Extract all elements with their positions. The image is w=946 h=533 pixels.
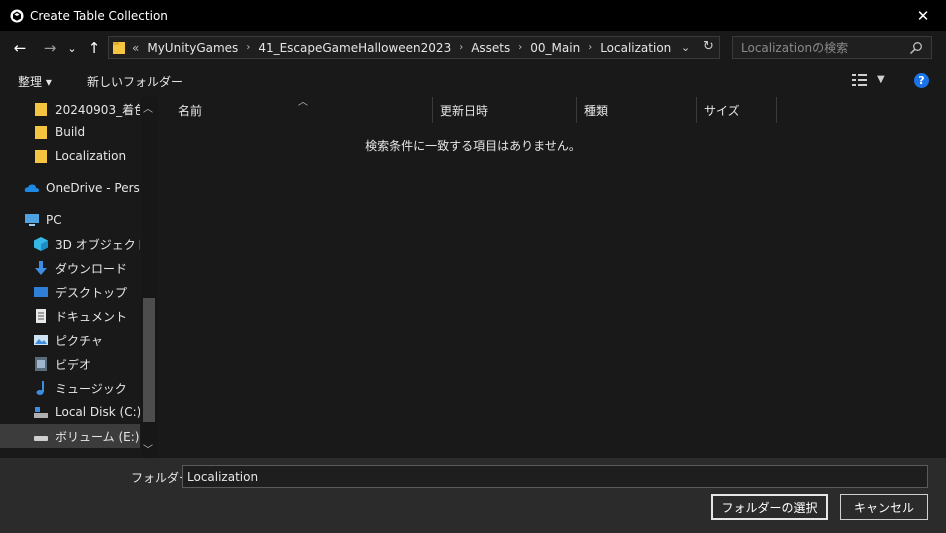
close-icon: ✕ (916, 6, 930, 25)
cube-icon (34, 237, 48, 251)
breadcrumb-assets[interactable]: Assets (471, 41, 510, 55)
desktop-icon (34, 287, 48, 297)
drive-icon (34, 436, 48, 441)
sidebar-item-pc[interactable]: PC (0, 208, 140, 232)
column-header-size[interactable]: サイズ (697, 97, 777, 123)
up-arrow-icon: ↑ (87, 39, 101, 57)
download-icon (35, 261, 47, 275)
disk-icon (34, 407, 48, 418)
view-options-icon[interactable] (852, 73, 868, 87)
forward-button[interactable]: → (38, 36, 62, 60)
recent-locations-button[interactable]: ⌄ (64, 36, 80, 60)
cloud-icon (24, 184, 39, 192)
command-bar: 整理 ▾ 新しいフォルダー (0, 64, 946, 97)
title-bar: Create Table Collection ✕ (0, 0, 946, 31)
folder-name-input[interactable] (182, 465, 928, 488)
pc-icon (25, 214, 39, 226)
breadcrumb-localization[interactable]: Localization (600, 41, 671, 55)
address-dropdown-icon[interactable]: ⌄ (681, 41, 690, 54)
view-dropdown-icon[interactable]: ▼ (877, 74, 885, 85)
organize-menu-button[interactable]: 整理 ▾ (18, 73, 52, 90)
new-folder-button[interactable]: 新しいフォルダー (87, 73, 183, 90)
unity-app-icon (10, 9, 24, 22)
breadcrumb-separator-icon[interactable]: › (246, 42, 250, 53)
folder-icon (113, 41, 125, 54)
scroll-up-icon[interactable]: ︿ (143, 100, 153, 115)
breadcrumb-escapegame[interactable]: 41_EscapeGameHalloween2023 (258, 41, 451, 55)
sidebar-item-onedrive[interactable]: OneDrive - Persor (0, 176, 140, 200)
select-folder-button[interactable]: フォルダーの選択 (711, 494, 828, 520)
back-arrow-icon: ← (13, 39, 27, 57)
chevron-down-icon: ⌄ (67, 41, 77, 55)
empty-results-message: 検索条件に一致する項目はありません。 (365, 139, 581, 153)
breadcrumb-separator-icon[interactable]: › (588, 42, 592, 53)
scroll-down-icon[interactable]: ﹀ (143, 441, 153, 456)
help-icon[interactable]: ? (914, 73, 929, 88)
up-button[interactable]: ↑ (84, 36, 104, 60)
sidebar-item-pictures[interactable]: ピクチャ (0, 328, 140, 352)
search-placeholder: Localizationの検索 (741, 41, 849, 55)
sidebar-item-volume-e[interactable]: ボリューム (E:) (0, 424, 140, 448)
scrollbar-thumb[interactable] (143, 298, 155, 422)
breadcrumb-separator-icon[interactable]: › (459, 42, 463, 53)
sidebar-item-desktop[interactable]: デスクトップ (0, 280, 140, 304)
picture-icon (34, 335, 48, 345)
sidebar-item-20240903[interactable]: 20240903_着色作 (0, 97, 140, 121)
sidebar-item-3d-objects[interactable]: 3D オブジェクト (0, 232, 140, 256)
search-icon[interactable] (909, 41, 923, 55)
overflow-chevrons[interactable]: « (132, 41, 139, 55)
breadcrumb-00-main[interactable]: 00_Main (530, 41, 580, 55)
column-header-name[interactable]: 名前 (160, 97, 433, 123)
sidebar-item-local-disk-c[interactable]: Local Disk (C:) (0, 400, 140, 424)
search-input[interactable]: Localizationの検索 (732, 36, 932, 59)
forward-arrow-icon: → (43, 39, 57, 57)
sidebar-item-downloads[interactable]: ダウンロード (0, 256, 140, 280)
document-icon (36, 309, 46, 323)
sidebar-item-documents[interactable]: ドキュメント (0, 304, 140, 328)
window-title: Create Table Collection (30, 8, 168, 23)
column-header-type[interactable]: 種類 (577, 97, 697, 123)
column-header-modified[interactable]: 更新日時 (433, 97, 577, 123)
sidebar-item-videos[interactable]: ビデオ (0, 352, 140, 376)
refresh-icon[interactable]: ↻ (703, 39, 714, 54)
sidebar-item-music[interactable]: ミュージック (0, 376, 140, 400)
cancel-button[interactable]: キャンセル (840, 494, 928, 520)
folder-icon (35, 103, 47, 116)
breadcrumb-separator-icon[interactable]: › (518, 42, 522, 53)
back-button[interactable]: ← (8, 36, 32, 60)
address-bar[interactable]: « MyUnityGames › 41_EscapeGameHalloween2… (108, 36, 720, 59)
close-button[interactable]: ✕ (900, 0, 946, 31)
music-icon (36, 381, 44, 395)
breadcrumb-myunitygames[interactable]: MyUnityGames (147, 41, 238, 55)
video-icon (35, 357, 47, 371)
